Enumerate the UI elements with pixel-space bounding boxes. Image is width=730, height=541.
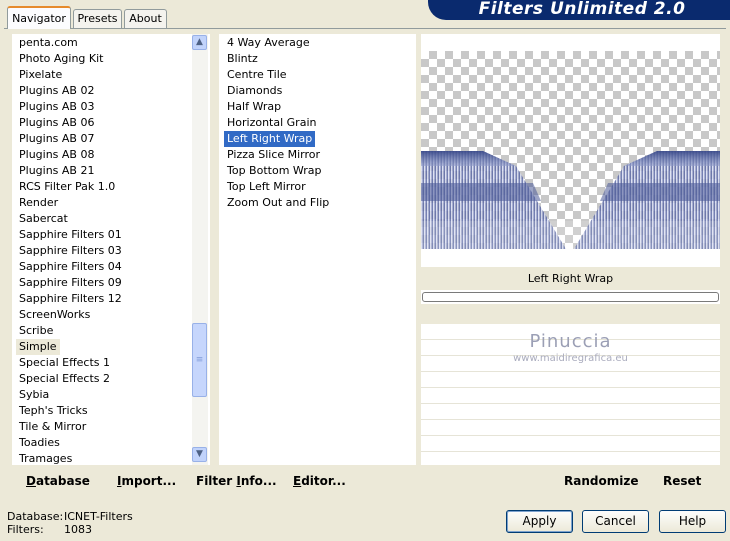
category-list-item[interactable]: Sapphire Filters 12 <box>16 291 125 307</box>
category-list-item[interactable]: Photo Aging Kit <box>16 51 106 67</box>
brand-title: Filters Unlimited 2.0 <box>478 0 686 19</box>
category-list-item[interactable]: Simple <box>16 339 60 355</box>
category-list-item[interactable]: ScreenWorks <box>16 307 93 323</box>
apply-button[interactable]: Apply <box>506 510 573 533</box>
category-list-item[interactable]: Plugins AB 08 <box>16 147 97 163</box>
preview-spacer <box>421 304 720 324</box>
filter-list-item[interactable]: Half Wrap <box>224 99 284 115</box>
filter-info-link[interactable]: Filter Info... <box>196 474 277 488</box>
category-list-item[interactable]: Tile & Mirror <box>16 419 89 435</box>
category-list-item[interactable]: Sapphire Filters 04 <box>16 259 125 275</box>
category-list-item[interactable]: Scribe <box>16 323 56 339</box>
preview-caption-bar: Left Right Wrap <box>421 267 720 290</box>
category-list-item[interactable]: Render <box>16 195 61 211</box>
category-list-item[interactable]: RCS Filter Pak 1.0 <box>16 179 118 195</box>
watermark-name: Pinuccia <box>529 331 612 352</box>
category-list-item[interactable]: Sabercat <box>16 211 71 227</box>
category-list-item[interactable]: Sapphire Filters 09 <box>16 275 125 291</box>
category-list[interactable]: penta.com Photo Aging Kit Pixelate Plugins … <box>12 34 210 465</box>
category-list-item[interactable]: Plugins AB 02 <box>16 83 97 99</box>
filter-list-item[interactable]: Top Bottom Wrap <box>224 163 325 179</box>
category-list-item[interactable]: Teph's Tricks <box>16 403 91 419</box>
category-list-item[interactable]: Tramages <box>16 451 75 467</box>
help-button[interactable]: Help <box>659 510 726 533</box>
category-list-item[interactable]: Pixelate <box>16 67 65 83</box>
filter-list-item[interactable]: Left Right Wrap <box>224 131 316 147</box>
tab-about[interactable]: About <box>124 9 167 28</box>
category-list-item[interactable]: Sapphire Filters 01 <box>16 227 125 243</box>
preview-toolbar: Randomize Reset <box>421 467 720 493</box>
randomize-link[interactable]: Randomize <box>564 474 638 488</box>
filter-list-item[interactable]: Blintz <box>224 51 261 67</box>
category-list-item[interactable]: penta.com <box>16 35 81 51</box>
database-link[interactable]: Database <box>26 474 90 488</box>
preview-image <box>421 51 720 249</box>
category-list-item[interactable]: Plugins AB 21 <box>16 163 97 179</box>
category-list-item[interactable]: Plugins AB 07 <box>16 131 97 147</box>
category-scrollbar[interactable]: ▲ ≡ ▼ <box>192 34 208 465</box>
status-filters-value: 1083 <box>64 523 92 536</box>
filter-list-item[interactable]: Diamonds <box>224 83 285 99</box>
tab-presets[interactable]: Presets <box>73 9 122 28</box>
cancel-button[interactable]: Cancel <box>582 510 649 533</box>
filter-list-item[interactable]: Pizza Slice Mirror <box>224 147 323 163</box>
category-list-item[interactable]: Special Effects 1 <box>16 355 113 371</box>
preview-panel: Left Right Wrap Pinuccia www.maidiregraf… <box>421 34 720 465</box>
preview-progress-bar <box>422 292 719 302</box>
tab-strip-divider <box>4 28 726 29</box>
filter-list-item[interactable]: 4 Way Average <box>224 35 313 51</box>
list-toolbar: Database Import... Filter Info... Editor… <box>12 467 416 493</box>
reset-link[interactable]: Reset <box>663 474 701 488</box>
scroll-thumb[interactable]: ≡ <box>192 323 207 397</box>
category-list-item[interactable]: Sybia <box>16 387 52 403</box>
scroll-up-button[interactable]: ▲ <box>192 35 207 50</box>
status-database-value: ICNET-Filters <box>64 510 133 523</box>
filter-list-item[interactable]: Horizontal Grain <box>224 115 319 131</box>
category-list-item[interactable]: Plugins AB 06 <box>16 115 97 131</box>
category-list-item[interactable]: Toadies <box>16 435 63 451</box>
category-list-item[interactable]: Special Effects 2 <box>16 371 113 387</box>
filter-list-item[interactable]: Zoom Out and Flip <box>224 195 332 211</box>
import-link[interactable]: Import... <box>117 474 176 488</box>
preview-filter-name: Left Right Wrap <box>527 272 614 285</box>
editor-link[interactable]: Editor... <box>293 474 346 488</box>
tab-navigator[interactable]: Navigator <box>7 6 71 29</box>
scroll-down-button[interactable]: ▼ <box>192 447 207 462</box>
filter-list[interactable]: 4 Way Average Blintz Centre Tile Diamonds Ha… <box>219 34 416 465</box>
status-filters-label: Filters: <box>7 523 44 536</box>
watermark-url: www.maidiregrafica.eu <box>513 353 628 364</box>
filter-list-item[interactable]: Centre Tile <box>224 67 290 83</box>
category-list-item[interactable]: Plugins AB 03 <box>16 99 97 115</box>
category-list-item[interactable]: Sapphire Filters 03 <box>16 243 125 259</box>
filter-list-item[interactable]: Top Left Mirror <box>224 179 309 195</box>
status-database-label: Database: <box>7 510 64 523</box>
